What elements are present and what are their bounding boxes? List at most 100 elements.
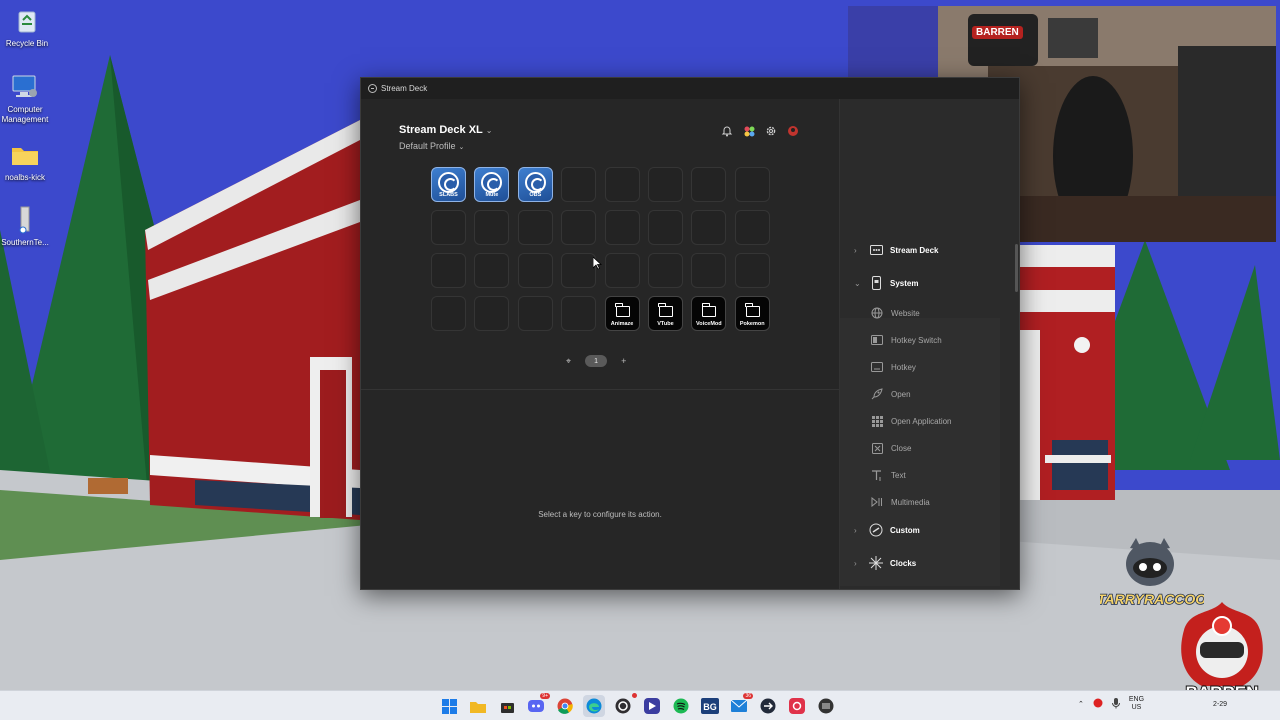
switch-icon bbox=[870, 333, 884, 347]
date-fragment[interactable]: 2-29 bbox=[1213, 701, 1227, 708]
webcam-banner-text: BARREN bbox=[972, 26, 1023, 39]
settings-gear-icon[interactable] bbox=[763, 123, 779, 139]
notification-badge: 36 bbox=[743, 693, 753, 699]
bg-app-icon[interactable]: BG bbox=[699, 695, 721, 717]
action-open[interactable]: Open bbox=[870, 387, 911, 401]
profile-selector[interactable]: Default Profile ⌄ bbox=[399, 141, 464, 151]
window-title: Stream Deck bbox=[381, 84, 428, 93]
desktop-icon-southernte[interactable]: SouthernTe... bbox=[0, 205, 52, 248]
key-empty[interactable] bbox=[647, 210, 683, 245]
key-empty[interactable] bbox=[474, 253, 510, 288]
profile-name: Default Profile bbox=[399, 141, 456, 151]
key-empty[interactable] bbox=[517, 296, 553, 331]
folder-icon bbox=[615, 303, 630, 317]
file-explorer-icon[interactable] bbox=[467, 695, 489, 717]
key-empty[interactable] bbox=[691, 210, 727, 245]
arrow-app-icon[interactable] bbox=[757, 695, 779, 717]
svg-text:BG: BG bbox=[703, 702, 717, 712]
key-folder-pokemon[interactable]: Pokemon bbox=[734, 296, 770, 331]
shortcut-icon bbox=[10, 205, 40, 235]
key-empty[interactable] bbox=[431, 253, 466, 288]
key-folder-vtube[interactable]: VTube bbox=[647, 296, 683, 331]
action-label: Hotkey bbox=[891, 362, 916, 372]
key-folder-voicemod[interactable]: VoiceMod bbox=[691, 296, 727, 331]
chrome-icon[interactable] bbox=[554, 695, 576, 717]
desktop-icon-computer-management[interactable]: Computer Management bbox=[0, 72, 52, 125]
action-hotkey-switch[interactable]: Hotkey Switch bbox=[870, 333, 942, 347]
key-empty[interactable] bbox=[561, 253, 597, 288]
keyboard-icon bbox=[870, 360, 884, 374]
tray-app-icon[interactable] bbox=[1093, 698, 1103, 710]
language-indicator[interactable]: ENG US bbox=[1129, 696, 1144, 712]
desktop-icon-recycle-bin[interactable]: Recycle Bin bbox=[0, 6, 54, 49]
key-empty[interactable] bbox=[647, 167, 683, 202]
key-empty[interactable] bbox=[474, 296, 510, 331]
sidebar-scrollbar[interactable] bbox=[1015, 244, 1018, 292]
page-navigator: ⌖ 1 + bbox=[566, 355, 626, 367]
key-empty[interactable] bbox=[691, 167, 727, 202]
chevron-down-icon: ⌄ bbox=[854, 278, 861, 288]
store-icon[interactable] bbox=[496, 695, 518, 717]
action-label: Hotkey Switch bbox=[891, 335, 942, 345]
chevron-down-icon: ⌄ bbox=[485, 126, 493, 135]
obs-taskbar-icon[interactable] bbox=[612, 693, 637, 717]
recycle-bin-icon bbox=[12, 6, 42, 36]
record-app-icon[interactable] bbox=[786, 695, 808, 717]
grid-icon bbox=[870, 414, 884, 428]
microphone-icon[interactable] bbox=[1111, 697, 1120, 711]
category-stream-deck[interactable]: › Stream Deck bbox=[854, 242, 938, 258]
device-selector[interactable]: Stream Deck XL ⌄ bbox=[399, 124, 492, 136]
window-titlebar[interactable]: Stream Deck bbox=[361, 78, 1019, 99]
key-empty[interactable] bbox=[734, 210, 770, 245]
marketplace-icon[interactable] bbox=[741, 123, 757, 139]
mail-icon[interactable]: 36 bbox=[728, 693, 753, 717]
streamlabs-icon[interactable] bbox=[641, 695, 663, 717]
pin-icon[interactable]: ⌖ bbox=[566, 356, 571, 367]
stream-deck-app-icon bbox=[368, 84, 377, 93]
key-empty[interactable] bbox=[561, 296, 597, 331]
key-empty[interactable] bbox=[561, 210, 597, 245]
key-empty[interactable] bbox=[647, 253, 683, 288]
key-obs-slabs[interactable]: SLABS bbox=[431, 167, 466, 202]
stream-deck-taskbar-icon[interactable] bbox=[815, 695, 837, 717]
action-text[interactable]: Text bbox=[870, 468, 906, 482]
start-button[interactable] bbox=[438, 695, 460, 717]
key-empty[interactable] bbox=[474, 210, 510, 245]
page-indicator[interactable]: 1 bbox=[585, 355, 608, 367]
desktop-icon-noalbs-kick[interactable]: noalbs-kick bbox=[0, 140, 52, 183]
account-icon[interactable] bbox=[785, 123, 801, 139]
action-multimedia[interactable]: Multimedia bbox=[870, 495, 930, 509]
category-clocks[interactable]: › Clocks bbox=[854, 555, 916, 571]
key-empty[interactable] bbox=[517, 210, 553, 245]
key-empty[interactable] bbox=[604, 210, 640, 245]
action-open-application[interactable]: Open Application bbox=[870, 414, 952, 428]
add-page-button[interactable]: + bbox=[621, 356, 626, 366]
key-obs-obs[interactable]: OBS bbox=[517, 167, 553, 202]
key-label: Animaze bbox=[610, 321, 634, 327]
key-empty[interactable] bbox=[734, 167, 770, 202]
action-hotkey[interactable]: Hotkey bbox=[870, 360, 916, 374]
edge-icon[interactable] bbox=[583, 695, 605, 717]
action-website[interactable]: Website bbox=[870, 306, 920, 320]
chevron-right-icon: › bbox=[854, 558, 857, 568]
action-close[interactable]: Close bbox=[870, 441, 911, 455]
obs-icon bbox=[481, 172, 503, 193]
bell-icon[interactable] bbox=[719, 123, 735, 139]
key-empty[interactable] bbox=[734, 253, 770, 288]
key-empty[interactable] bbox=[517, 253, 553, 288]
spotify-icon[interactable] bbox=[670, 695, 692, 717]
key-empty[interactable] bbox=[691, 253, 727, 288]
chevron-up-icon[interactable]: ⌃ bbox=[1078, 700, 1084, 708]
key-empty[interactable] bbox=[431, 296, 466, 331]
key-empty[interactable] bbox=[561, 167, 597, 202]
category-custom[interactable]: › Custom bbox=[854, 522, 920, 538]
desktop-icon-label: Computer Management bbox=[1, 105, 49, 124]
discord-icon[interactable]: 9+ bbox=[525, 693, 550, 717]
key-empty[interactable] bbox=[604, 167, 640, 202]
category-system[interactable]: ⌄ System bbox=[854, 275, 918, 291]
key-empty[interactable] bbox=[431, 210, 466, 245]
key-empty[interactable] bbox=[604, 253, 640, 288]
category-label: Clocks bbox=[890, 558, 917, 568]
key-folder-animaze[interactable]: Animaze bbox=[604, 296, 640, 331]
key-obs-mute[interactable]: Mute bbox=[474, 167, 510, 202]
